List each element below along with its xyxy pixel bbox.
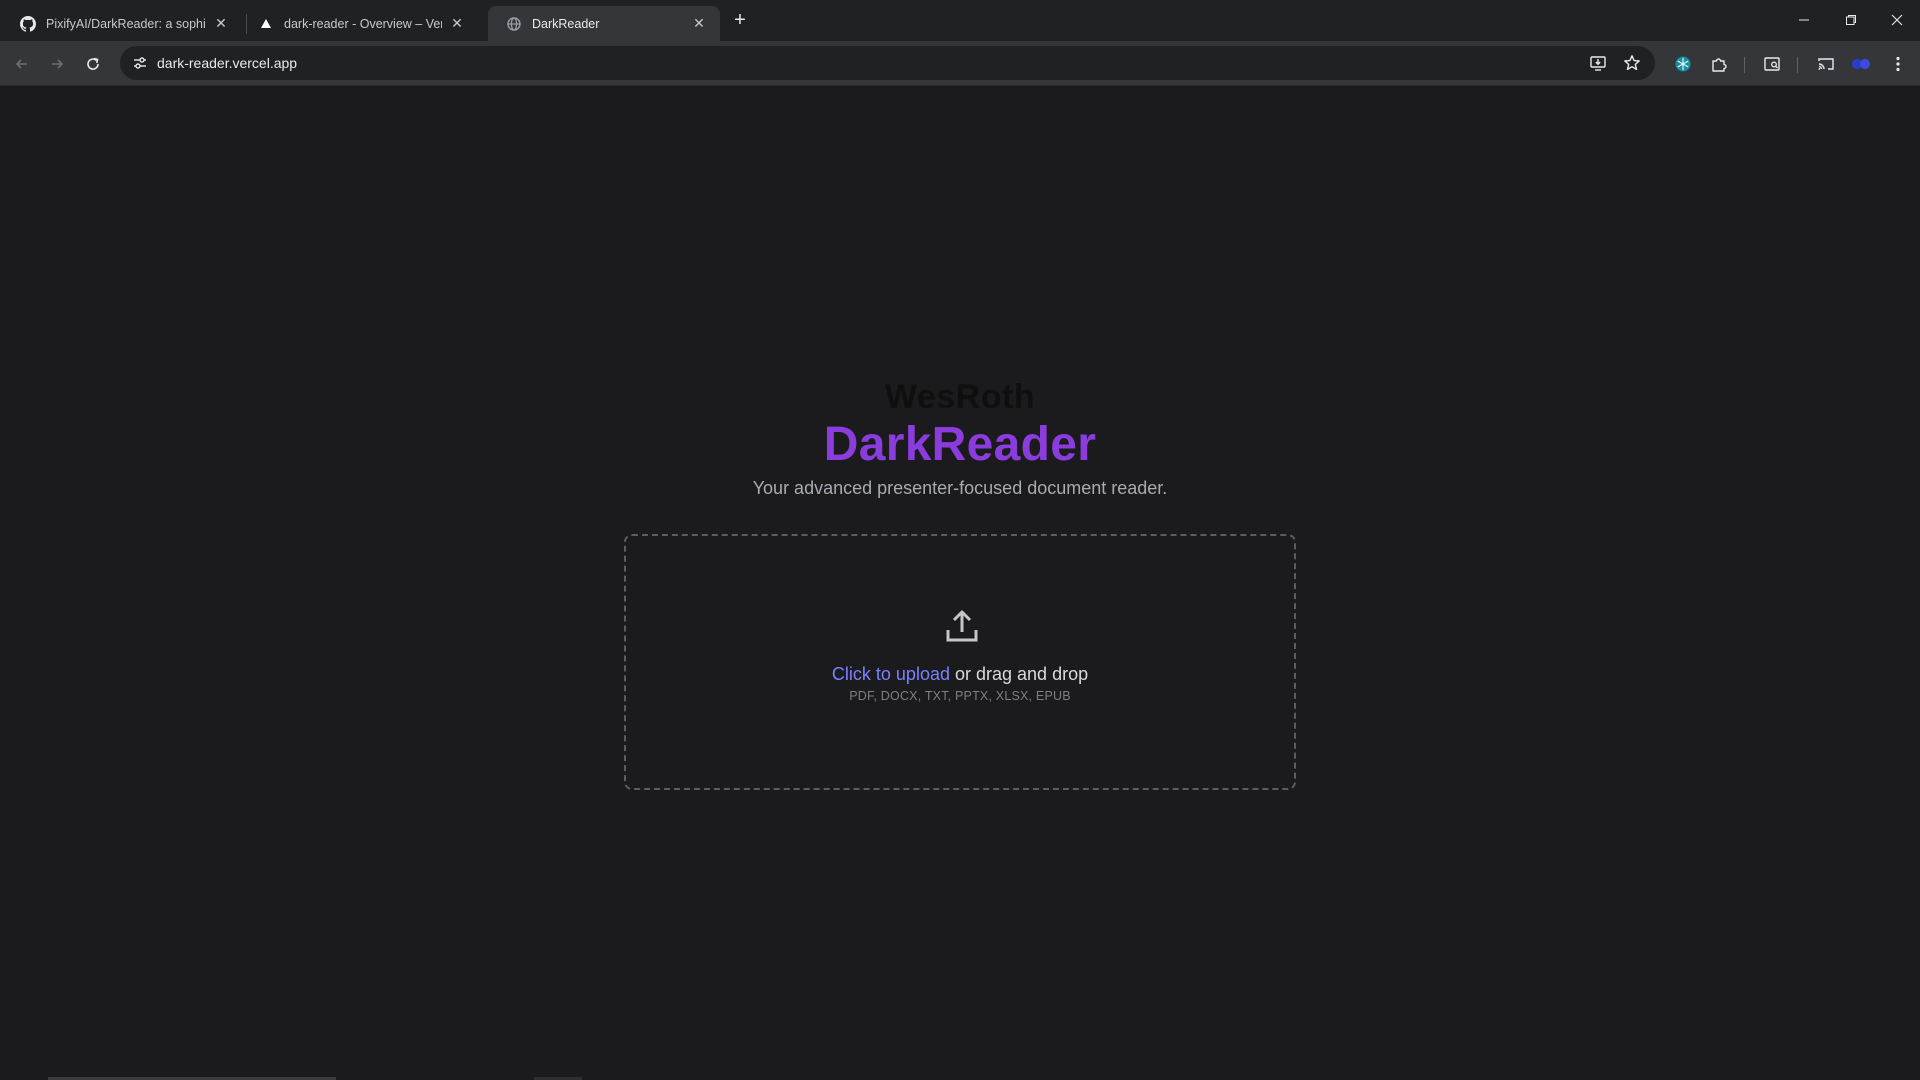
url-text: dark-reader.vercel.app	[157, 55, 298, 71]
bookmark-star-icon[interactable]	[1620, 51, 1644, 75]
close-window-icon[interactable]	[1874, 0, 1920, 40]
forward-arrow-icon[interactable]	[43, 50, 71, 78]
browser-toolbar: dark-reader.vercel.app	[0, 41, 1920, 86]
upload-icon	[946, 610, 978, 642]
upload-dropzone[interactable]: Click to upload or drag and drop PDF, DO…	[624, 534, 1296, 790]
globe-icon	[506, 16, 522, 32]
close-icon[interactable]: ✕	[690, 15, 708, 33]
tab-title: DarkReader	[532, 16, 600, 31]
restore-icon[interactable]	[1828, 0, 1874, 40]
cast-icon[interactable]	[1814, 52, 1838, 76]
extension-perplexity-icon[interactable]	[1671, 52, 1695, 76]
back-arrow-icon[interactable]	[8, 50, 36, 78]
address-bar[interactable]: dark-reader.vercel.app	[120, 46, 1655, 80]
side-panel-search-icon[interactable]	[1760, 52, 1784, 76]
click-to-upload-link[interactable]: Click to upload	[832, 664, 950, 684]
tab-github[interactable]: PixifyAI/DarkReader: a sophistic ✕	[2, 6, 242, 41]
drag-drop-text: or drag and drop	[955, 664, 1089, 684]
profile-avatar-icon[interactable]	[1849, 52, 1873, 76]
brand-watermark: WesRoth	[884, 378, 1036, 416]
minimize-icon[interactable]	[1781, 0, 1827, 40]
extensions-puzzle-icon[interactable]	[1707, 52, 1731, 76]
browser-menu-icon[interactable]	[1886, 52, 1910, 76]
close-icon[interactable]: ✕	[212, 15, 230, 33]
install-app-icon[interactable]	[1586, 51, 1610, 75]
vercel-icon	[258, 16, 274, 32]
site-settings-icon[interactable]	[130, 53, 150, 73]
supported-formats: PDF, DOCX, TXT, PPTX, XLSX, EPUB	[849, 689, 1071, 703]
new-tab-icon[interactable]: +	[728, 8, 752, 32]
reload-icon[interactable]	[79, 50, 107, 78]
github-icon	[20, 15, 36, 32]
close-icon[interactable]: ✕	[448, 15, 466, 33]
toolbar-divider	[1744, 57, 1745, 73]
page-content: WesRoth DarkReader Your advanced present…	[0, 86, 1920, 1080]
upload-instructions: Click to upload or drag and drop	[626, 664, 1294, 685]
toolbar-divider	[1797, 57, 1798, 73]
page-title: DarkReader	[823, 418, 1097, 471]
page-tagline: Your advanced presenter-focused document…	[752, 478, 1168, 498]
tab-vercel[interactable]: dark-reader - Overview – Vercel ✕	[240, 6, 478, 41]
tab-darkreader[interactable]: DarkReader ✕	[488, 6, 720, 41]
tab-title: PixifyAI/DarkReader: a sophistic	[46, 16, 206, 31]
tab-title: dark-reader - Overview – Vercel	[284, 16, 442, 31]
tab-strip: PixifyAI/DarkReader: a sophistic ✕ dark-…	[0, 0, 1920, 41]
